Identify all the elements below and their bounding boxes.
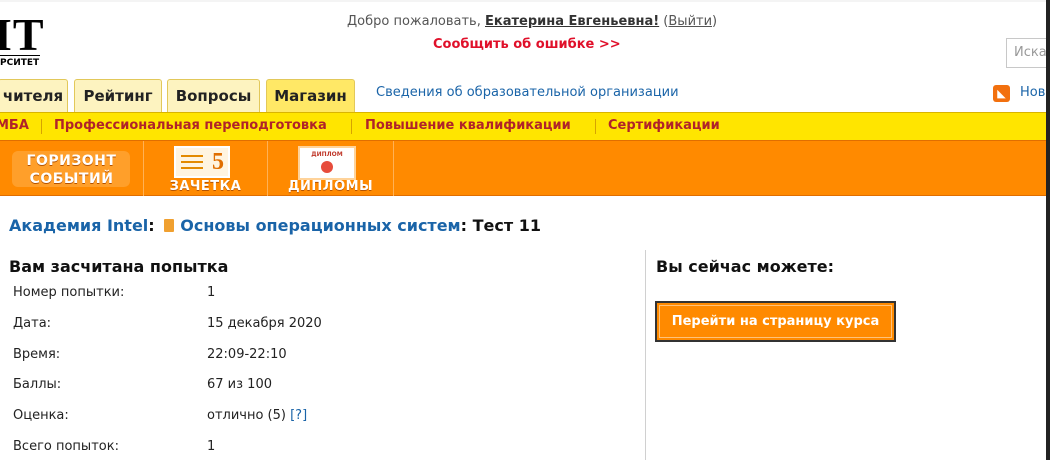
page-title: Тест 11 — [472, 216, 541, 235]
book-icon — [164, 219, 175, 232]
breadcrumb-separator: : — [148, 216, 155, 235]
nav-separator — [351, 119, 352, 134]
logout-link[interactable]: Выйти — [668, 14, 712, 29]
nav-qualification[interactable]: Повышение квалификации — [365, 118, 571, 133]
site-logo[interactable]: IT — [0, 12, 45, 58]
diplomy-button[interactable]: ДИПЛОМ ДИПЛОМЫ — [268, 141, 394, 196]
diplomy-label: ДИПЛОМЫ — [287, 179, 374, 194]
program-nav-bar: МБА Профессиональная переподготовка Повы… — [0, 112, 1050, 140]
time-label: Время: — [13, 347, 61, 362]
feature-nav-bar: ГОРИЗОНТ СОБЫТИЙ 5 ЗАЧЕТКА ДИПЛОМ ДИПЛОМ… — [0, 140, 1050, 196]
time-value: 22:09-22:10 — [207, 347, 287, 362]
diploma-icon: ДИПЛОМ — [298, 146, 356, 180]
diploma-icon-caption: ДИПЛОМ — [311, 151, 343, 158]
search-input[interactable]: Иска — [1006, 38, 1050, 68]
date-value: 15 декабря 2020 — [207, 316, 322, 331]
logout-open-paren: ( — [659, 14, 669, 29]
attempt-number-value: 1 — [207, 285, 216, 300]
window-right-edge — [1046, 0, 1050, 460]
go-to-course-button[interactable]: Перейти на страницу курса — [655, 301, 896, 342]
diploma-seal-icon — [321, 161, 333, 173]
attempt-number-label: Номер попытки: — [13, 285, 125, 300]
window-top-edge — [0, 0, 1050, 2]
zachetka-label: ЗАЧЕТКА — [169, 179, 242, 194]
gorizont-button[interactable]: ГОРИЗОНТ СОБЫТИЙ — [0, 141, 144, 196]
edu-org-info-link[interactable]: Сведения об образовательной организации — [376, 85, 679, 100]
actions-title: Вы сейчас можете: — [656, 257, 834, 276]
grade-value: отлично (5) — [207, 408, 286, 423]
breadcrumb: Академия Intel: Основы операционных сист… — [9, 216, 541, 235]
logo-divider — [0, 55, 40, 56]
breadcrumb-separator: : — [460, 216, 468, 235]
gradebook-number: 5 — [212, 149, 224, 175]
grade-label: Оценка: — [13, 408, 69, 423]
score-label: Баллы: — [13, 377, 62, 392]
date-label: Дата: — [13, 316, 52, 331]
nav-mba[interactable]: МБА — [0, 118, 29, 133]
grade-value-wrap: отлично (5) [?] — [207, 408, 307, 423]
go-to-course-label: Перейти на страницу курса — [671, 314, 880, 329]
logout-close-paren: ) — [712, 14, 718, 29]
tab-rating[interactable]: Рейтинг — [74, 79, 162, 112]
nav-separator — [595, 119, 596, 134]
rss-icon[interactable]: ◣ — [993, 85, 1010, 102]
nav-certifications[interactable]: Сертификации — [608, 118, 720, 133]
attempt-section-title: Вам засчитана попытка — [9, 257, 229, 276]
zachetka-button[interactable]: 5 ЗАЧЕТКА — [144, 141, 268, 196]
total-attempts-value: 1 — [207, 439, 216, 454]
welcome-prefix: Добро пожаловать, — [347, 14, 485, 29]
user-name-link[interactable]: Екатерина Евгеньевна! — [485, 14, 659, 29]
breadcrumb-course-link[interactable]: Основы операционных систем — [180, 216, 460, 235]
gorizont-label-2: СОБЫТИЙ — [29, 171, 114, 187]
tab-questions[interactable]: Вопросы — [167, 79, 260, 112]
total-attempts-label: Всего попыток: — [13, 439, 119, 454]
gorizont-label-1: ГОРИЗОНТ — [26, 153, 117, 169]
column-divider — [645, 250, 646, 460]
breadcrumb-academy-link[interactable]: Академия Intel — [9, 216, 148, 235]
tab-teachers[interactable]: чителя — [0, 79, 68, 112]
nav-professional-retraining[interactable]: Профессиональная переподготовка — [54, 118, 327, 133]
report-error-link[interactable]: Сообщить об ошибке >> — [433, 37, 621, 52]
score-value: 67 из 100 — [207, 377, 272, 392]
grade-help-link[interactable]: [?] — [290, 408, 307, 423]
nav-separator — [41, 119, 42, 134]
welcome-message: Добро пожаловать, Екатерина Евгеньевна! … — [347, 14, 717, 29]
gradebook-icon: 5 — [174, 146, 230, 178]
logo-subtitle: РСИТЕТ — [0, 58, 40, 68]
tab-shop[interactable]: Магазин — [266, 79, 355, 112]
